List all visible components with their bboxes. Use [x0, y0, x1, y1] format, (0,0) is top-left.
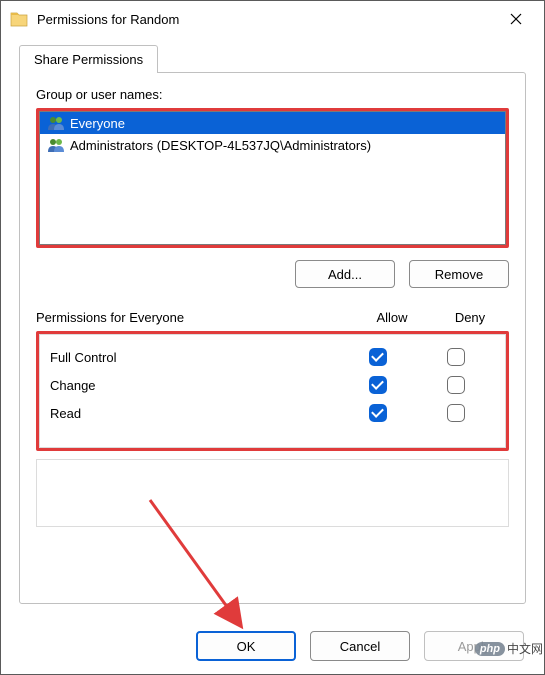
close-icon — [510, 13, 522, 25]
allow-column-header: Allow — [353, 310, 431, 325]
cancel-button[interactable]: Cancel — [310, 631, 410, 661]
blank-panel — [36, 459, 509, 527]
deny-checkbox-full-control[interactable] — [447, 348, 465, 366]
permissions-table-highlight: Full Control Change Read — [36, 331, 509, 451]
deny-checkbox-read[interactable] — [447, 404, 465, 422]
perm-name: Read — [50, 406, 339, 421]
user-name: Everyone — [70, 116, 125, 131]
tab-panel: Group or user names: Everyone — [19, 72, 526, 604]
ok-button[interactable]: OK — [196, 631, 296, 661]
user-row-administrators[interactable]: Administrators (DESKTOP-4L537JQ\Administ… — [40, 134, 505, 156]
dialog-body: Share Permissions Group or user names: — [1, 37, 544, 618]
users-group-icon — [46, 137, 66, 153]
permissions-table: Full Control Change Read — [39, 334, 506, 448]
perm-row-full-control: Full Control — [50, 343, 495, 371]
perm-name: Change — [50, 378, 339, 393]
watermark: php 中文网 — [475, 640, 543, 657]
watermark-brand: php — [475, 642, 505, 656]
permissions-header: Permissions for Everyone Allow Deny — [36, 310, 509, 325]
deny-column-header: Deny — [431, 310, 509, 325]
close-button[interactable] — [494, 4, 538, 34]
users-group-icon — [46, 115, 66, 131]
dialog-footer: OK Cancel Apply — [1, 618, 544, 674]
perm-row-read: Read — [50, 399, 495, 427]
permissions-dialog: Permissions for Random Share Permissions… — [0, 0, 545, 675]
allow-checkbox-full-control[interactable] — [369, 348, 387, 366]
window-title: Permissions for Random — [37, 12, 494, 27]
allow-checkbox-read[interactable] — [369, 404, 387, 422]
list-button-row: Add... Remove — [36, 260, 509, 288]
remove-button[interactable]: Remove — [409, 260, 509, 288]
user-list-highlight: Everyone Administrators (DESKTOP-4L537JQ… — [36, 108, 509, 248]
deny-checkbox-change[interactable] — [447, 376, 465, 394]
perm-row-change: Change — [50, 371, 495, 399]
perm-name: Full Control — [50, 350, 339, 365]
group-user-label: Group or user names: — [36, 87, 509, 102]
user-name: Administrators (DESKTOP-4L537JQ\Administ… — [70, 138, 371, 153]
user-list[interactable]: Everyone Administrators (DESKTOP-4L537JQ… — [39, 111, 506, 245]
titlebar: Permissions for Random — [1, 1, 544, 37]
tab-share-permissions[interactable]: Share Permissions — [19, 45, 158, 73]
user-row-everyone[interactable]: Everyone — [40, 112, 505, 134]
tabs: Share Permissions — [19, 45, 526, 73]
watermark-text: 中文网 — [507, 640, 543, 657]
folder-icon — [9, 9, 29, 29]
allow-checkbox-change[interactable] — [369, 376, 387, 394]
permissions-title: Permissions for Everyone — [36, 310, 353, 325]
add-button[interactable]: Add... — [295, 260, 395, 288]
